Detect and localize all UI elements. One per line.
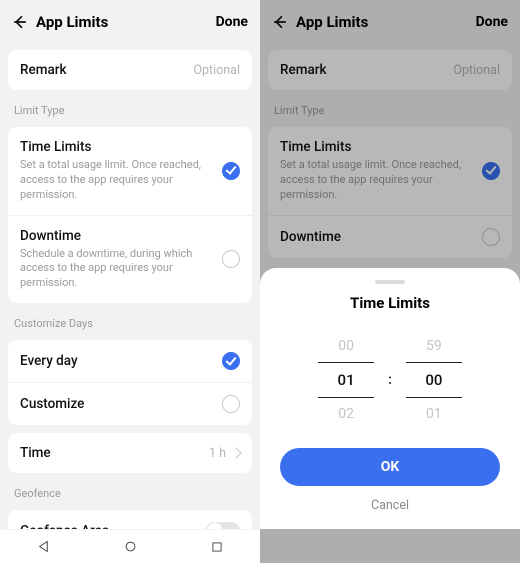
time-label: Time — [20, 445, 209, 461]
days-card: Every day Customize — [8, 340, 252, 425]
done-button[interactable]: Done — [216, 14, 248, 30]
section-customize-days: Customize Days — [8, 303, 252, 332]
option-every-day[interactable]: Every day — [8, 340, 252, 382]
option-downtime[interactable]: Downtime Schedule a downtime, during whi… — [8, 215, 252, 304]
time-card: Time 1 h — [8, 433, 252, 473]
minute-next: 01 — [406, 398, 462, 430]
every-day-label: Every day — [20, 353, 214, 369]
time-value: 1 h — [209, 446, 226, 461]
app-limits-screen-picker-open: App Limits Done Remark Optional Limit Ty… — [260, 0, 520, 563]
remark-row[interactable]: Remark Optional — [8, 50, 252, 90]
downtime-desc: Schedule a downtime, during which access… — [20, 247, 214, 292]
remark-placeholder: Optional — [193, 63, 240, 78]
limit-type-card: Time Limits Set a total usage limit. Onc… — [8, 127, 252, 303]
content-scroll[interactable]: Remark Optional Limit Type Time Limits S… — [0, 42, 260, 529]
minute-selected: 00 — [406, 362, 462, 398]
hour-selected: 01 — [318, 362, 374, 398]
time-limits-label: Time Limits — [20, 139, 214, 155]
geofence-toggle[interactable] — [206, 522, 240, 529]
header: App Limits Done — [0, 0, 260, 42]
ok-button[interactable]: OK — [280, 448, 500, 486]
time-picker-sheet: Time Limits 00 01 02 : 59 00 01 OK Cance… — [260, 268, 520, 529]
hour-prev: 00 — [318, 330, 374, 362]
minutes-wheel[interactable]: 59 00 01 — [406, 330, 462, 430]
system-navbar — [0, 529, 260, 563]
geofence-row[interactable]: Geofence Area — [8, 510, 252, 529]
time-limits-desc: Set a total usage limit. Once reached, a… — [20, 158, 214, 203]
time-separator: : — [388, 372, 392, 388]
picker-title: Time Limits — [276, 294, 504, 312]
downtime-label: Downtime — [20, 228, 214, 244]
arrow-left-icon — [11, 13, 29, 31]
radio-customize[interactable] — [222, 395, 240, 413]
minute-prev: 59 — [406, 330, 462, 362]
nav-recents[interactable] — [210, 540, 224, 554]
hour-next: 02 — [318, 398, 374, 430]
section-geofence: Geofence — [8, 473, 252, 502]
option-customize[interactable]: Customize — [8, 382, 252, 425]
remark-card: Remark Optional — [8, 50, 252, 90]
option-time-limits[interactable]: Time Limits Set a total usage limit. Onc… — [8, 127, 252, 215]
cancel-button[interactable]: Cancel — [276, 486, 504, 515]
radio-every-day[interactable] — [222, 352, 240, 370]
time-picker: 00 01 02 : 59 00 01 — [276, 330, 504, 430]
hours-wheel[interactable]: 00 01 02 — [318, 330, 374, 430]
app-limits-screen: App Limits Done Remark Optional Limit Ty… — [0, 0, 260, 563]
back-button[interactable] — [6, 8, 34, 36]
geofence-card: Geofence Area — [8, 510, 252, 529]
remark-label: Remark — [20, 62, 193, 78]
sheet-grabber[interactable] — [375, 280, 405, 284]
customize-label: Customize — [20, 396, 214, 412]
time-row[interactable]: Time 1 h — [8, 433, 252, 473]
radio-downtime[interactable] — [222, 250, 240, 268]
nav-home[interactable] — [123, 539, 138, 554]
section-limit-type: Limit Type — [8, 90, 252, 119]
radio-time-limits[interactable] — [222, 162, 240, 180]
page-title: App Limits — [36, 13, 216, 31]
nav-back[interactable] — [36, 539, 51, 554]
chevron-right-icon — [230, 447, 241, 458]
